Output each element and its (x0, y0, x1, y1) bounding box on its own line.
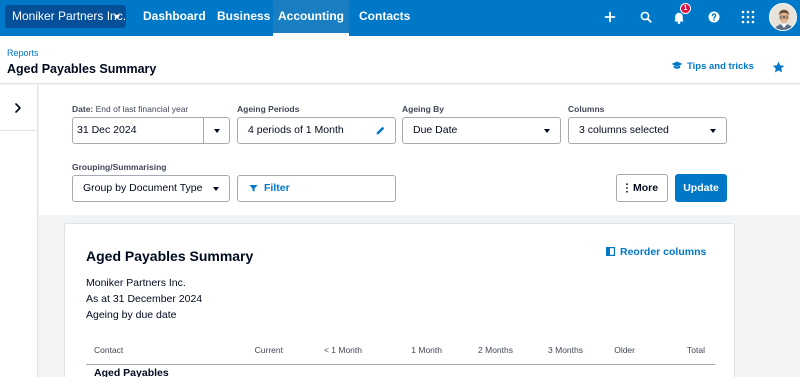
report-ageing-basis: Ageing by due date (86, 309, 177, 321)
tips-and-tricks-link[interactable]: Tips and tricks (671, 61, 754, 72)
column-header-3-months[interactable]: 3 Months (523, 345, 583, 355)
report-card: Aged Payables Summary Reorder columns Mo… (64, 223, 735, 377)
columns-value: 3 columns selected (579, 124, 669, 136)
update-button[interactable]: Update (675, 174, 727, 202)
header-divider (86, 364, 715, 365)
date-picker-button[interactable] (203, 117, 230, 144)
filter-button[interactable]: Filter (237, 175, 396, 202)
search-icon[interactable] (638, 9, 654, 25)
left-rail (0, 85, 38, 377)
column-header-lt-1-month[interactable]: < 1 Month (302, 345, 362, 355)
column-header-older[interactable]: Older (575, 345, 635, 355)
nav-dashboard[interactable]: Dashboard (143, 0, 206, 36)
column-header-2-months[interactable]: 2 Months (453, 345, 513, 355)
expand-sidebar-button[interactable] (0, 85, 38, 131)
columns-label: Columns (568, 104, 605, 114)
chevron-down-icon (710, 129, 716, 133)
chevron-down-icon (213, 187, 219, 191)
columns-icon (606, 247, 616, 257)
ageing-by-label: Ageing By (402, 104, 445, 114)
avatar[interactable] (769, 3, 797, 31)
star-icon[interactable] (772, 61, 785, 74)
section-heading: Aged Payables (94, 367, 169, 377)
report-as-at: As at 31 December 2024 (86, 293, 203, 305)
filter-icon (249, 185, 258, 192)
page-title: Aged Payables Summary (7, 62, 157, 76)
more-button[interactable]: More (616, 174, 668, 202)
grouping-value: Group by Document Type (83, 182, 203, 194)
ageing-by-value: Due Date (413, 124, 458, 136)
column-header-1-month[interactable]: 1 Month (382, 345, 442, 355)
user-avatar-icon (770, 4, 796, 30)
report-settings: Date: End of last financial year 31 Dec … (39, 85, 800, 215)
chevron-down-icon (544, 129, 550, 133)
pencil-icon (376, 126, 385, 135)
more-label: More (633, 182, 659, 194)
top-nav-bar: Moniker Partners Inc. Dashboard Business… (0, 0, 800, 36)
plus-icon[interactable] (602, 9, 618, 25)
org-name: Moniker Partners Inc. (12, 9, 127, 23)
grouping-label: Grouping/Summarising (72, 162, 167, 172)
filter-label: Filter (264, 182, 290, 194)
column-header-current[interactable]: Current (223, 345, 283, 355)
date-input[interactable]: 31 Dec 2024 (72, 117, 204, 144)
grouping-select[interactable]: Group by Document Type (72, 175, 230, 202)
chevron-down-icon (214, 129, 220, 133)
nav-contacts[interactable]: Contacts (359, 0, 410, 36)
help-icon[interactable] (706, 9, 722, 25)
reorder-columns-button[interactable]: Reorder columns (606, 246, 706, 258)
nav-accounting[interactable]: Accounting (273, 0, 349, 36)
org-switcher[interactable]: Moniker Partners Inc. (5, 5, 126, 28)
column-header-contact[interactable]: Contact (94, 345, 123, 355)
columns-select[interactable]: 3 columns selected (568, 117, 727, 144)
page-header: Reports Aged Payables Summary Tips and t… (0, 36, 800, 84)
ageing-periods-label: Ageing Periods (237, 104, 300, 114)
ageing-by-select[interactable]: Due Date (402, 117, 561, 144)
ageing-periods-field[interactable]: 4 periods of 1 Month (237, 117, 396, 144)
graduation-cap-icon (671, 61, 683, 69)
nav-business[interactable]: Business (217, 0, 270, 36)
report-title: Aged Payables Summary (86, 248, 254, 264)
reorder-columns-label: Reorder columns (620, 246, 707, 258)
date-label-text: Date: (72, 104, 94, 114)
report-company: Moniker Partners Inc. (86, 277, 186, 289)
date-label: Date: End of last financial year (72, 104, 188, 114)
chevron-right-icon (15, 103, 21, 113)
date-hint: End of last financial year (95, 104, 189, 114)
ageing-periods-value: 4 periods of 1 Month (248, 124, 344, 136)
tips-label: Tips and tricks (687, 61, 754, 72)
notification-badge: 1 (680, 3, 691, 14)
chevron-down-icon (114, 15, 120, 19)
breadcrumb-reports[interactable]: Reports (7, 48, 39, 58)
column-header-total[interactable]: Total (645, 345, 705, 355)
more-vertical-icon (626, 183, 628, 193)
apps-icon[interactable] (740, 9, 756, 25)
